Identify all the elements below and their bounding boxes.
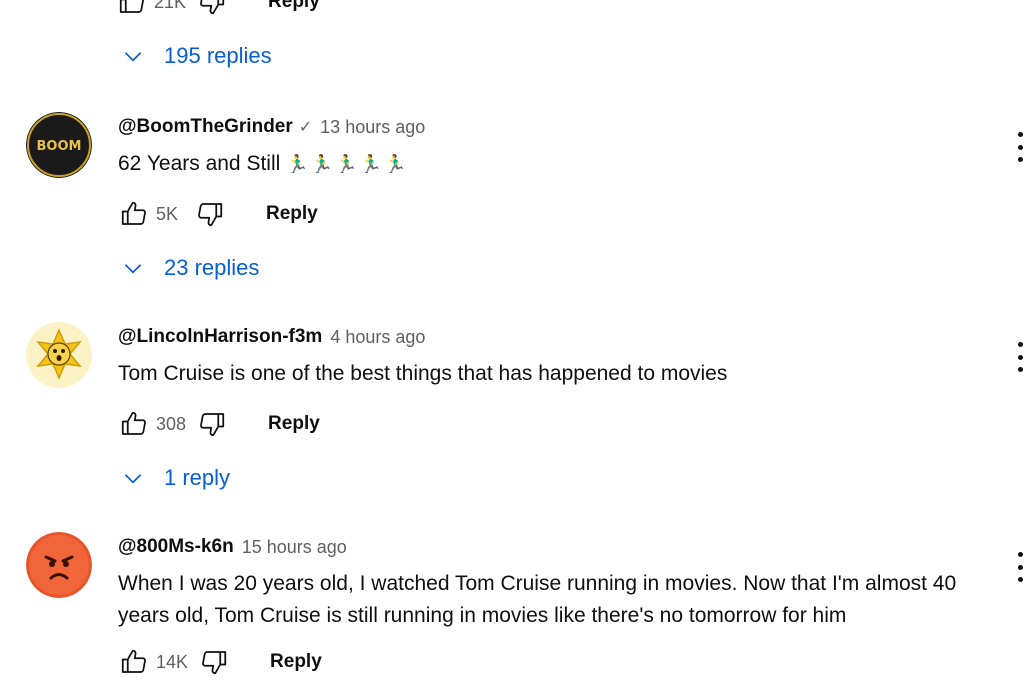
author-handle[interactable]: @BoomTheGrinder	[118, 116, 293, 138]
runner-emoji: 🏃‍♂️🏃‍♂️🏃‍♂️🏃‍♂️🏃‍♂️	[286, 154, 409, 174]
reply-button[interactable]: Reply	[268, 0, 320, 13]
like-count: 308	[156, 413, 187, 434]
like-icon[interactable]	[118, 408, 150, 440]
dislike-icon[interactable]	[194, 198, 226, 230]
partial-comment-actions: 21K Reply	[116, 0, 320, 18]
like-count: 14K	[156, 651, 189, 672]
like-icon[interactable]	[116, 0, 148, 18]
checkmark-icon: ✓	[298, 119, 313, 136]
avatar[interactable]: BOOM	[26, 112, 92, 178]
comment-header: @BoomTheGrinder ✓ 13 hours ago	[118, 114, 984, 140]
reply-button[interactable]: Reply	[268, 413, 320, 435]
like-count: 21K	[154, 0, 187, 12]
comment-header: @800Ms-k6n 15 hours ago	[118, 534, 984, 560]
more-options-icon[interactable]	[1016, 552, 1024, 582]
timestamp[interactable]: 15 hours ago	[242, 537, 347, 558]
chevron-down-icon	[124, 474, 142, 484]
dislike-icon[interactable]	[196, 408, 228, 440]
comment-text: Tom Cruise is one of the best things tha…	[118, 362, 728, 385]
comment-actions: 14K Reply	[118, 646, 984, 678]
replies-count-label: 195 replies	[164, 43, 272, 68]
comment-actions: 5K Reply	[118, 198, 984, 230]
author-handle[interactable]: @LincolnHarrison-f3m	[118, 326, 322, 348]
more-options-icon[interactable]	[1016, 342, 1024, 372]
avatar[interactable]	[26, 322, 92, 388]
chevron-down-icon	[124, 264, 142, 274]
dislike-icon[interactable]	[196, 0, 228, 18]
comment-body: @BoomTheGrinder ✓ 13 hours ago 62 Years …	[118, 114, 984, 230]
like-icon[interactable]	[118, 646, 150, 678]
reply-button[interactable]: Reply	[270, 651, 322, 673]
comment-text: When I was 20 years old, I watched Tom C…	[118, 572, 957, 627]
comment-actions: 308 Reply	[118, 408, 984, 440]
timestamp[interactable]: 4 hours ago	[330, 327, 425, 348]
dislike-icon[interactable]	[198, 646, 230, 678]
replies-count-label: 23 replies	[164, 255, 260, 280]
view-replies-button[interactable]: 1 reply	[120, 465, 230, 491]
like-icon[interactable]	[118, 198, 150, 230]
view-replies-button[interactable]: 195 replies	[120, 43, 272, 69]
avatar[interactable]	[26, 532, 92, 598]
comment-text-content: 62 Years and Still	[118, 152, 281, 175]
svg-text:BOOM: BOOM	[37, 139, 82, 154]
author-handle[interactable]: @800Ms-k6n	[118, 536, 234, 558]
comment-text: 62 Years and Still 🏃‍♂️🏃‍♂️🏃‍♂️🏃‍♂️🏃‍♂️	[118, 148, 984, 180]
chevron-down-icon	[124, 52, 142, 62]
like-count: 5K	[156, 203, 179, 224]
replies-count-label: 1 reply	[164, 465, 231, 490]
comment-header: @LincolnHarrison-f3m 4 hours ago	[118, 324, 984, 350]
comments-section: 21K Reply 195 replies BOOM @BoomTheGrind…	[0, 0, 1024, 683]
comment-body: @800Ms-k6n 15 hours ago When I was 20 ye…	[118, 534, 984, 678]
reply-button[interactable]: Reply	[266, 203, 318, 225]
timestamp[interactable]: 13 hours ago	[320, 117, 425, 138]
view-replies-button[interactable]: 23 replies	[120, 255, 259, 281]
comment-body: @LincolnHarrison-f3m 4 hours ago Tom Cru…	[118, 324, 984, 440]
more-options-icon[interactable]	[1016, 132, 1024, 162]
